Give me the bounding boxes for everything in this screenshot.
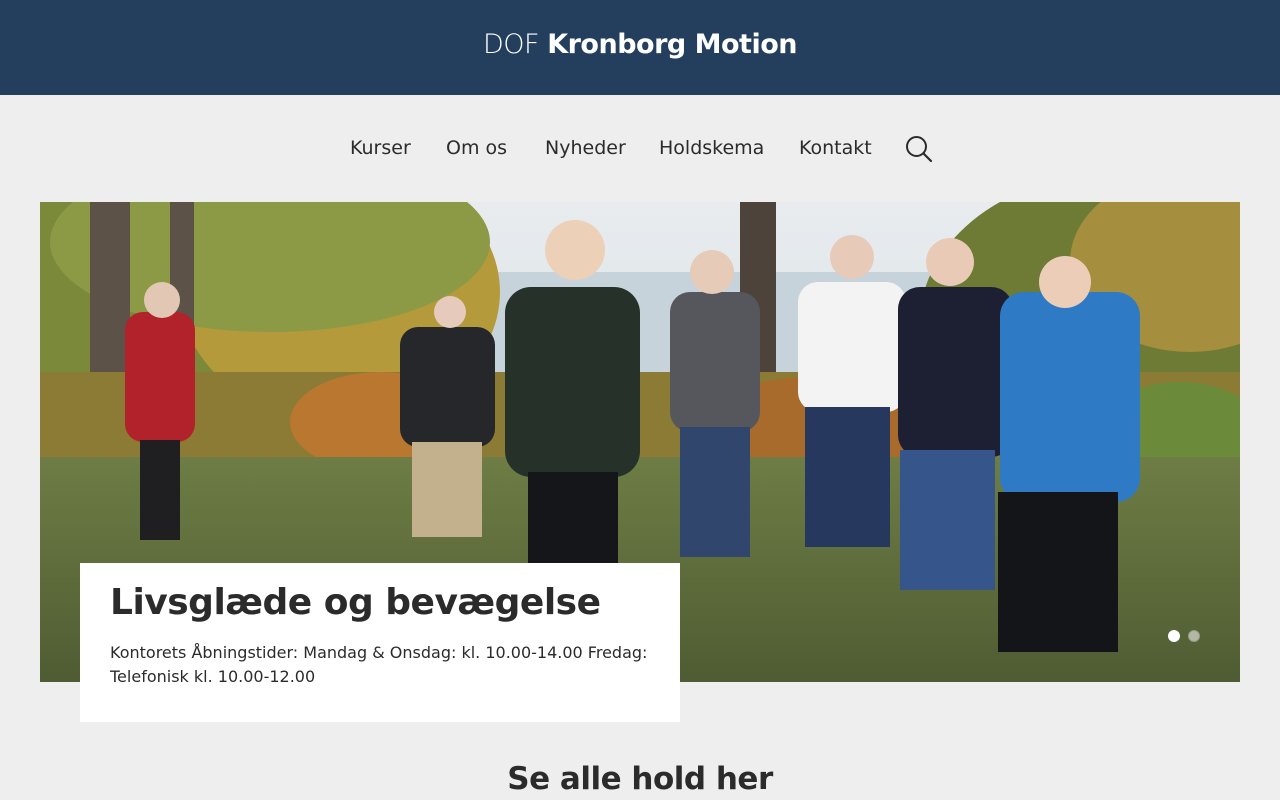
site-logo[interactable]: DOF Kronborg Motion xyxy=(0,27,1280,63)
nav-item-kontakt[interactable]: Kontakt xyxy=(799,136,872,160)
slide-dot[interactable] xyxy=(1188,630,1200,642)
slide-dot-active[interactable] xyxy=(1168,630,1180,642)
search-button[interactable] xyxy=(904,134,934,164)
logo-prefix: DOF xyxy=(483,29,540,60)
nav-item-holdskema[interactable]: Holdskema xyxy=(659,136,764,160)
logo-name: Kronborg Motion xyxy=(547,29,797,60)
main-navigation: Kurser Om os Nyheder Holdskema Kontakt xyxy=(0,126,1280,170)
nav-item-om-os[interactable]: Om os xyxy=(446,136,507,160)
search-icon xyxy=(906,136,933,163)
opening-hours-text: Kontorets Åbningstider: Mandag & Onsdag:… xyxy=(110,643,648,686)
nav-item-kurser[interactable]: Kurser xyxy=(350,136,411,160)
hero-title: Livsglæde og bevægelse xyxy=(110,582,601,623)
nav-item-nyheder[interactable]: Nyheder xyxy=(545,136,626,160)
hero-caption-card: Livsglæde og bevægelse Kontorets Åbnings… xyxy=(80,563,680,722)
section-title: Se alle hold her xyxy=(507,761,773,797)
site-header: DOF Kronborg Motion xyxy=(0,0,1280,95)
